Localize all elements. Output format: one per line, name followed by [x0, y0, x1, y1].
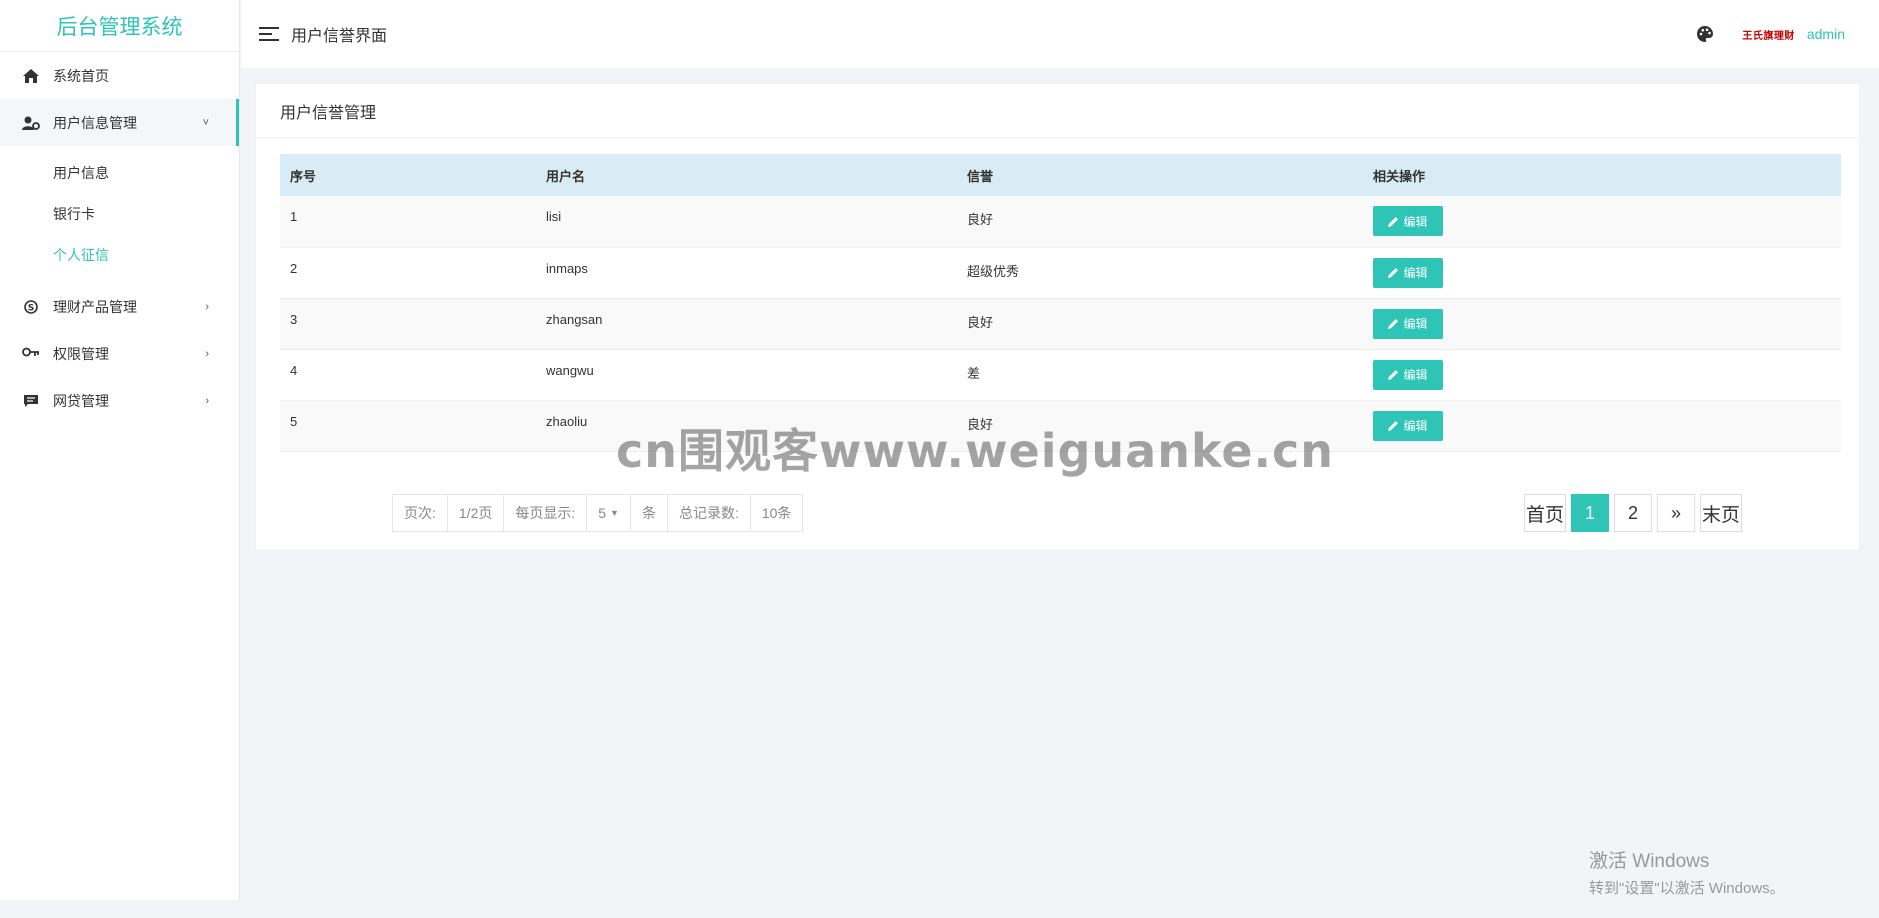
table-row: 1 lisi 良好 编辑 [280, 196, 1841, 247]
edit-button[interactable]: 编辑 [1373, 257, 1443, 288]
cell-username: zhangsan [546, 311, 603, 327]
chevron-right-icon: › [205, 300, 209, 313]
cell-username: lisi [546, 209, 562, 224]
next-page-button[interactable]: » [1656, 494, 1695, 532]
per-page-select[interactable]: 5 ▼ [587, 495, 631, 531]
cell-id: 1 [290, 209, 298, 224]
per-page-value: 5 [598, 505, 607, 521]
column-header-id: 序号 [290, 168, 317, 184]
pencil-icon [1388, 268, 1399, 278]
sidebar-subitem-bank-card[interactable]: 银行卡 [0, 193, 239, 234]
total-value: 10条 [761, 505, 792, 521]
sidebar-item-home[interactable]: 系统首页 [0, 52, 239, 99]
username-link[interactable]: admin [1807, 26, 1845, 42]
cell-credit: 良好 [967, 314, 994, 330]
first-page-button[interactable]: 首页 [1523, 494, 1566, 532]
user-badge: 王氏旗理财 [1742, 30, 1795, 42]
column-header-username: 用户名 [546, 168, 586, 184]
pagination: 首页 1 2 » 末页 [1519, 494, 1742, 532]
sidebar-item-label: 权限管理 [53, 345, 109, 362]
windows-activation-subtitle: 转到"设置"以激活 Windows。 [1589, 880, 1785, 897]
sidebar-item-finance-products[interactable]: S 理财产品管理 › [0, 283, 239, 330]
table-row: 2 inmaps 超级优秀 编辑 [280, 247, 1841, 298]
sidebar-item-online-loans[interactable]: 网贷管理 › [0, 377, 239, 424]
home-icon [22, 67, 40, 85]
cell-actions: 编辑 [1363, 298, 1841, 349]
cell-id: 3 [290, 311, 298, 327]
table-row: 4 wangwu 差 编辑 [280, 349, 1841, 400]
pagination-info: 页次: 1/2页 每页显示: 5 ▼ 条 总记录数: 10条 [392, 494, 804, 532]
page-title: 用户信誉界面 [291, 28, 388, 45]
cell-username: wangwu [546, 362, 594, 378]
watermark: cn围观客www.weiguanke.cn [616, 424, 1335, 478]
per-page-unit: 条 [631, 495, 668, 531]
panel-title: 用户信誉管理 [256, 84, 1859, 138]
cell-actions: 编辑 [1363, 247, 1841, 298]
sidebar-item-label: 网贷管理 [53, 392, 109, 409]
sidebar-subitem-personal-credit[interactable]: 个人征信 [0, 234, 239, 275]
cell-credit: 超级优秀 [967, 263, 1020, 279]
windows-activation-title: 激活 Windows [1589, 851, 1710, 872]
table-row: 3 zhangsan 良好 编辑 [280, 298, 1841, 349]
edit-button-label: 编辑 [1403, 368, 1428, 382]
edit-button[interactable]: 编辑 [1373, 206, 1443, 237]
table-header-row: 序号 用户名 信誉 相关操作 [280, 154, 1841, 196]
cell-actions: 编辑 [1363, 400, 1841, 451]
app-logo[interactable]: 后台管理系统 [0, 0, 239, 52]
column-header-credit: 信誉 [967, 168, 994, 184]
page-value: 1/2页 [448, 495, 505, 531]
header-right: 王氏旗理财 admin [1696, 0, 1845, 68]
comment-icon [22, 392, 40, 410]
svg-text:S: S [28, 303, 34, 313]
submenu-user-info: 用户信息 银行卡 个人征信 [0, 146, 239, 283]
cell-id: 2 [290, 260, 298, 276]
page-label: 页次: [393, 495, 448, 531]
total-label: 总记录数: [668, 495, 751, 531]
pencil-icon [1388, 319, 1399, 329]
chevron-right-icon: › [205, 347, 209, 360]
cell-id: 4 [290, 362, 298, 378]
skype-icon: S [22, 298, 40, 316]
sidebar-item-label: 系统首页 [53, 67, 109, 84]
edit-button[interactable]: 编辑 [1373, 308, 1443, 339]
edit-button-label: 编辑 [1403, 266, 1428, 280]
sidebar-item-label: 用户信息管理 [53, 114, 137, 131]
sidebar-item-user-info-management[interactable]: 用户信息管理 ˅ [0, 99, 239, 146]
palette-icon[interactable] [1696, 25, 1714, 43]
cell-actions: 编辑 [1363, 196, 1841, 247]
cell-credit: 良好 [967, 212, 994, 227]
edit-button-label: 编辑 [1403, 317, 1428, 331]
sidebar-subitem-user-info[interactable]: 用户信息 [0, 152, 239, 193]
pencil-icon [1388, 421, 1399, 431]
cell-id: 5 [290, 413, 298, 429]
windows-activation-notice: 激活 Windows 转到"设置"以激活 Windows。 [1589, 846, 1785, 898]
key-icon [22, 345, 40, 363]
cell-actions: 编辑 [1363, 349, 1841, 400]
cell-username: inmaps [546, 260, 588, 276]
edit-button-label: 编辑 [1403, 419, 1428, 433]
user-gear-icon [22, 114, 40, 132]
edit-button[interactable]: 编辑 [1373, 410, 1443, 441]
sidebar-item-permissions[interactable]: 权限管理 › [0, 330, 239, 377]
per-page-label: 每页显示: [504, 495, 588, 531]
sidebar-item-label: 理财产品管理 [53, 298, 137, 315]
edit-button[interactable]: 编辑 [1373, 359, 1443, 390]
top-header: 用户信誉界面 王氏旗理财 admin [241, 0, 1879, 68]
last-page-button[interactable]: 末页 [1699, 494, 1742, 532]
column-header-actions: 相关操作 [1373, 168, 1426, 184]
credit-table: 序号 用户名 信誉 相关操作 1 lisi 良好 编辑 2 inmaps 超级优… [280, 154, 1841, 452]
page-button-2[interactable]: 2 [1613, 494, 1652, 532]
caret-down-icon: ▼ [610, 508, 619, 518]
chevron-right-icon: › [205, 394, 209, 407]
chevron-down-icon: ˅ [202, 116, 209, 129]
sidebar: 后台管理系统 系统首页 用户信息管理 ˅ 用户信息 银行卡 个人征信 S 理财产… [0, 0, 240, 918]
page-button-1[interactable]: 1 [1570, 494, 1609, 532]
sidebar-footer [0, 900, 240, 918]
menu-toggle-icon[interactable] [259, 27, 279, 41]
pencil-icon [1388, 216, 1399, 227]
edit-button-label: 编辑 [1403, 214, 1428, 229]
cell-credit: 差 [967, 365, 981, 381]
pencil-icon [1388, 370, 1399, 380]
